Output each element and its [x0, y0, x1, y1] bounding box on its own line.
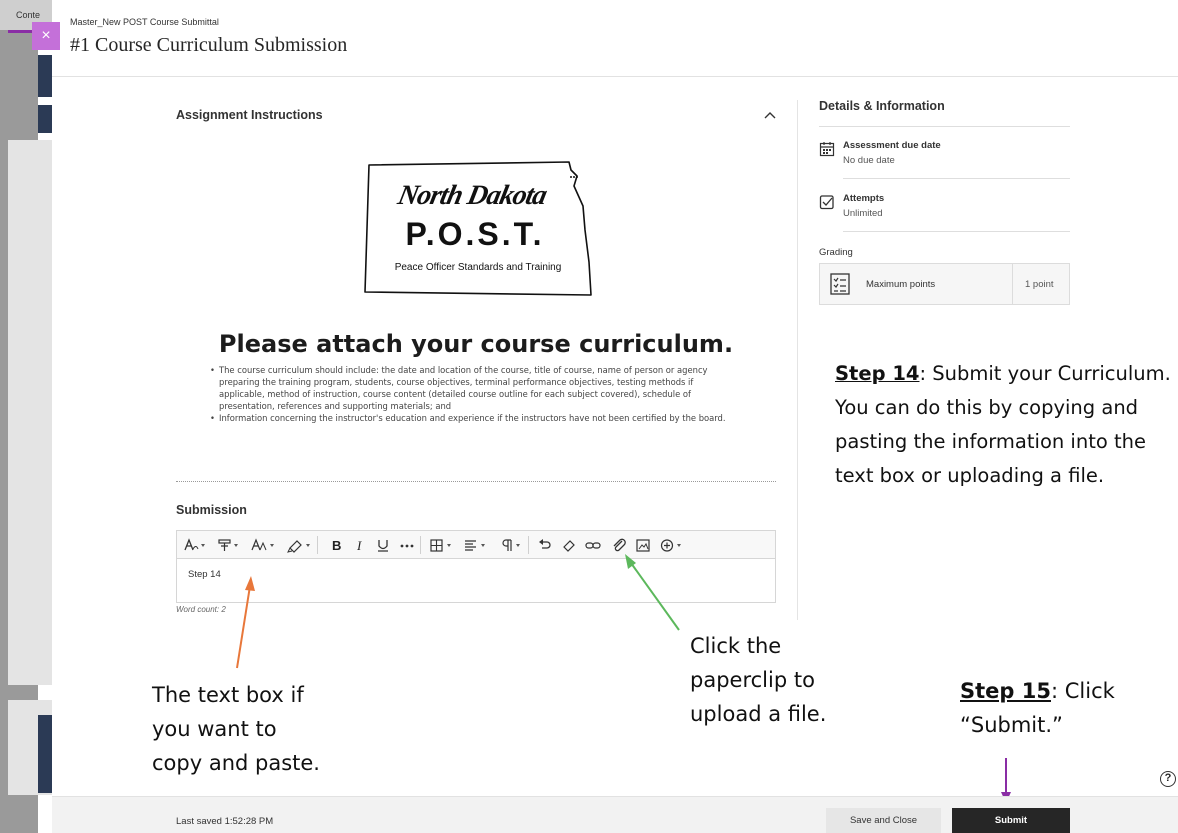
paperclip-note-line: upload a file. [690, 702, 827, 726]
paperclip-note-line: Click the [690, 634, 782, 658]
logo-script-text: North Dakota [395, 180, 550, 211]
submit-button[interactable]: Submit [952, 808, 1070, 833]
header-divider [52, 76, 1178, 77]
step15-line: “Submit.” [960, 713, 1063, 737]
underline-icon[interactable] [375, 537, 391, 553]
background-thumbnail [38, 55, 52, 97]
paperclip-note: Click the paperclip to upload a file. [690, 629, 826, 731]
background-thumbnail [38, 715, 52, 793]
step14-line: : Submit your Curriculum. [919, 362, 1171, 385]
text-style-icon[interactable] [183, 537, 207, 553]
grading-separator [1012, 264, 1013, 304]
instructions-section-title: Assignment Instructions [176, 108, 323, 122]
step15-line: : Click [1050, 679, 1115, 703]
instructions-heading: Please attach your course curriculum. [218, 330, 734, 358]
save-and-close-button[interactable]: Save and Close [826, 808, 941, 833]
bold-icon[interactable]: B [329, 537, 345, 553]
submission-text-editor[interactable]: Step 14 [176, 559, 776, 603]
details-title: Details & Information [819, 99, 945, 113]
background-card [8, 140, 52, 685]
rubric-list-icon [830, 273, 850, 295]
svg-text:I: I [356, 538, 362, 553]
step15-label: Step 15 [960, 679, 1051, 703]
paragraph-style-icon[interactable] [217, 537, 241, 553]
toolbar-separator [420, 536, 421, 554]
svg-text:B: B [332, 538, 341, 553]
section-divider [176, 481, 776, 482]
close-icon: × [41, 27, 51, 44]
toolbar-separator [317, 536, 318, 554]
logo-acronym: P.O.S.T. [405, 216, 545, 252]
step14-line: You can do this by copying and [835, 396, 1139, 419]
instructions-bullets: The course curriculum should include: th… [210, 365, 730, 425]
checkbox-icon [819, 195, 834, 210]
grading-box[interactable]: Maximum points 1 point [819, 263, 1070, 305]
grading-label: Grading [819, 247, 853, 258]
help-icon[interactable]: ? [1160, 771, 1176, 787]
step14-line: text box or uploading a file. [835, 464, 1105, 487]
close-button[interactable]: × [32, 22, 60, 50]
details-divider [819, 126, 1070, 127]
paragraph-mark-icon[interactable] [499, 537, 525, 553]
more-icon[interactable] [399, 537, 415, 553]
paperclip-icon[interactable] [611, 537, 627, 553]
italic-icon[interactable]: I [353, 537, 369, 553]
instruction-bullet: Information concerning the instructor's … [210, 413, 730, 425]
word-count: Word count: 2 [176, 605, 226, 614]
max-points-label: Maximum points [866, 279, 936, 290]
table-icon[interactable] [429, 537, 455, 553]
textbox-note-line: copy and paste. [152, 751, 320, 775]
step14-label: Step 14 [835, 362, 920, 385]
highlight-icon[interactable] [287, 537, 313, 553]
textbox-note-line: you want to [152, 717, 277, 741]
submission-section-title: Submission [176, 503, 247, 517]
undo-icon[interactable] [537, 537, 553, 553]
collapse-chevron-up-icon[interactable] [763, 110, 777, 120]
logo-subtitle: Peace Officer Standards and Training [394, 262, 562, 273]
link-icon[interactable] [585, 537, 601, 553]
breadcrumb[interactable]: Master_New POST Course Submittal [70, 17, 219, 27]
editor-content: Step 14 [188, 569, 221, 580]
page-title: #1 Course Curriculum Submission [70, 34, 348, 56]
clear-format-icon[interactable] [561, 537, 577, 553]
toolbar-separator [528, 536, 529, 554]
textbox-note-line: The text box if [152, 683, 304, 707]
column-divider [797, 100, 798, 620]
max-points-value: 1 point [1025, 279, 1054, 290]
editor-toolbar: B I [176, 530, 776, 559]
attempts-label: Attempts [843, 193, 885, 204]
background-thumbnail [38, 105, 52, 133]
due-date-value: No due date [843, 155, 895, 166]
last-saved-status: Last saved 1:52:28 PM [176, 816, 274, 827]
details-divider [843, 231, 1070, 232]
step15-annotation: Step 15: Click “Submit.” [960, 674, 1115, 742]
align-icon[interactable] [463, 537, 489, 553]
instruction-bullet: The course curriculum should include: th… [210, 365, 730, 413]
attempts-value: Unlimited [843, 208, 883, 219]
paperclip-note-line: paperclip to [690, 668, 815, 692]
image-icon[interactable] [635, 537, 651, 553]
step14-line: pasting the information into the [835, 430, 1146, 453]
step14-annotation: Step 14: Submit your Curriculum. You can… [835, 357, 1178, 493]
background-tab-label: Conte [16, 10, 41, 20]
add-content-icon[interactable] [659, 537, 687, 553]
calendar-icon [819, 142, 835, 157]
due-date-label: Assessment due date [843, 140, 941, 151]
details-divider [843, 178, 1070, 179]
font-size-icon[interactable] [251, 537, 277, 553]
textbox-note: The text box if you want to copy and pas… [152, 678, 320, 780]
